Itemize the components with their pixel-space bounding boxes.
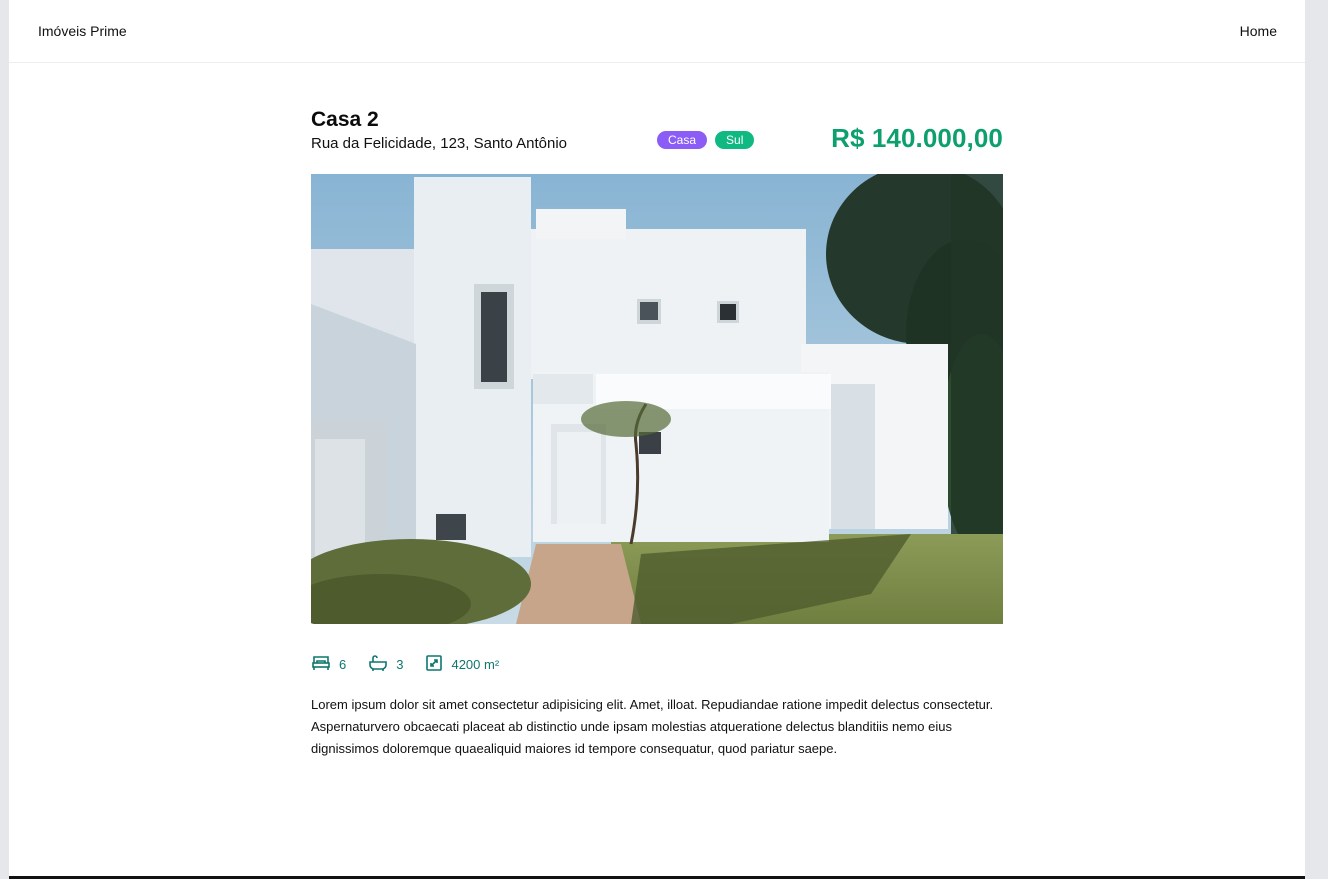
area-icon — [425, 654, 451, 675]
bathtub-icon — [368, 654, 396, 675]
area-value: 4200 m² — [451, 656, 500, 672]
property-detail: Casa 2 Rua da Felicidade, 123, Santo Ant… — [311, 107, 1003, 760]
property-description: Lorem ipsum dolor sit amet consectetur a… — [311, 697, 994, 756]
bedrooms-feature: 6 — [311, 654, 346, 675]
navbar: Imóveis Prime Home — [9, 0, 1305, 63]
property-header: Casa 2 Rua da Felicidade, 123, Santo Ant… — [311, 107, 1003, 174]
type-badge: Casa — [657, 131, 708, 149]
property-price: R$ 140.000,00 — [831, 123, 1003, 153]
bed-icon — [311, 654, 339, 675]
property-features: 6 3 4200 m² — [311, 654, 1003, 674]
page: Imóveis Prime Home Casa 2 Rua da Felicid… — [9, 0, 1305, 879]
region-badge: Sul — [715, 131, 755, 149]
bedrooms-count: 6 — [339, 656, 347, 672]
bathrooms-count: 3 — [396, 656, 404, 672]
area-feature: 4200 m² — [425, 654, 499, 675]
nav-home-link[interactable]: Home — [1240, 23, 1277, 39]
property-photo — [311, 174, 1003, 624]
bathrooms-feature: 3 — [368, 654, 403, 675]
brand-link[interactable]: Imóveis Prime — [38, 23, 127, 39]
badge-group: Casa Sul — [657, 131, 755, 149]
